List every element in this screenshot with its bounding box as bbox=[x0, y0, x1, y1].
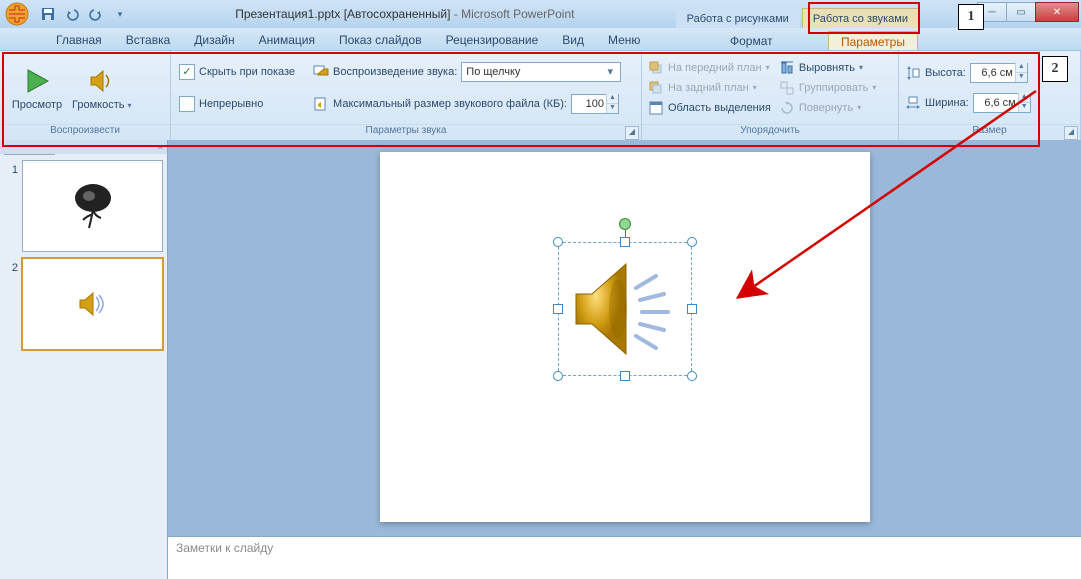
save-icon[interactable] bbox=[40, 6, 56, 22]
context-tab-pictures[interactable]: Работа с рисунками bbox=[676, 8, 800, 28]
annotation-box-1 bbox=[808, 2, 920, 34]
tab-review[interactable]: Рецензирование bbox=[434, 30, 551, 50]
tab-animation[interactable]: Анимация bbox=[247, 30, 327, 50]
rotate-handle[interactable] bbox=[619, 218, 631, 230]
close-button[interactable]: ✕ bbox=[1035, 2, 1079, 22]
app-name: Microsoft PowerPoint bbox=[461, 7, 574, 21]
maximize-button[interactable]: ▭ bbox=[1006, 2, 1036, 22]
undo-icon[interactable] bbox=[64, 6, 80, 22]
tab-slideshow[interactable]: Показ слайдов bbox=[327, 30, 434, 50]
tab-menu[interactable]: Меню bbox=[596, 30, 652, 50]
slide-canvas[interactable] bbox=[380, 152, 870, 522]
app-window: ▾ Презентация1.pptx [Автосохраненный] - … bbox=[0, 0, 1081, 579]
thumbnail-pane: ▭ ≡ × 1 2 bbox=[0, 140, 168, 579]
speaker-small-icon bbox=[76, 287, 110, 321]
tab-design[interactable]: Дизайн bbox=[182, 30, 246, 50]
tab-format[interactable]: Формат bbox=[718, 31, 785, 51]
slide-number: 1 bbox=[4, 160, 22, 176]
window-controls: ─ ▭ ✕ bbox=[978, 2, 1079, 22]
office-button[interactable] bbox=[0, 0, 34, 28]
tab-options[interactable]: Параметры bbox=[828, 31, 918, 52]
quick-access-toolbar: ▾ bbox=[34, 6, 134, 22]
tab-insert[interactable]: Вставка bbox=[114, 30, 183, 50]
dialog-launcher-icon[interactable]: ◢ bbox=[1064, 126, 1078, 140]
edit-pane: Заметки к слайду bbox=[168, 140, 1081, 579]
redo-icon[interactable] bbox=[88, 6, 104, 22]
notes-pane[interactable]: Заметки к слайду bbox=[168, 536, 1081, 579]
work-area: ▭ ≡ × 1 2 bbox=[0, 140, 1081, 579]
slide-thumb-1[interactable]: 1 bbox=[4, 160, 163, 252]
canvas-viewport[interactable] bbox=[168, 140, 1081, 536]
tab-view[interactable]: Вид bbox=[550, 30, 596, 50]
annotation-box-2 bbox=[2, 52, 1040, 147]
annotation-callout-2: 2 bbox=[1042, 56, 1068, 82]
speaker-large-icon bbox=[558, 242, 692, 376]
window-title: Презентация1.pptx [Автосохраненный] - Mi… bbox=[134, 7, 676, 21]
slide-preview bbox=[22, 258, 163, 350]
rose-image-icon bbox=[63, 176, 123, 236]
slide-preview bbox=[22, 160, 163, 252]
document-name: Презентация1.pptx [Автосохраненный] bbox=[235, 7, 450, 21]
qat-customize-icon[interactable]: ▾ bbox=[112, 6, 128, 22]
slide-thumb-2[interactable]: 2 bbox=[4, 258, 163, 350]
tab-home[interactable]: Главная bbox=[44, 30, 114, 50]
selected-audio-object[interactable] bbox=[558, 242, 692, 376]
annotation-callout-1: 1 bbox=[958, 4, 984, 30]
notes-placeholder: Заметки к слайду bbox=[176, 541, 273, 555]
slide-number: 2 bbox=[4, 258, 22, 274]
